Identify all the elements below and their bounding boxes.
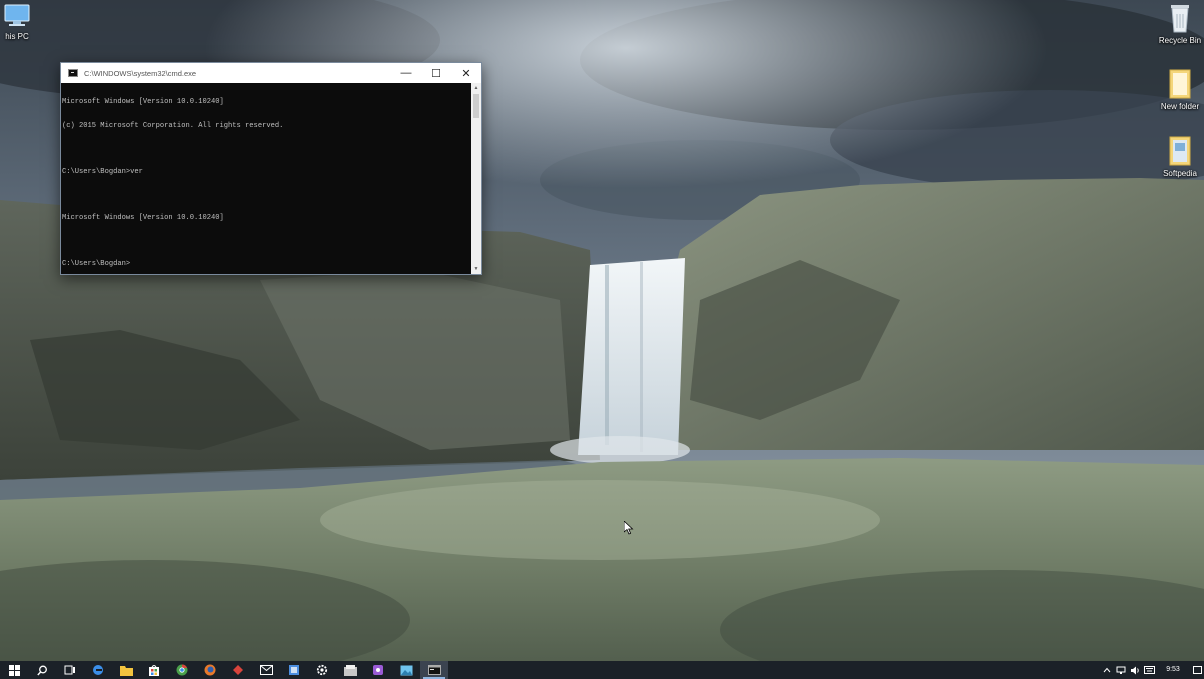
desktop-icon-softpedia[interactable]: Softpedia (1151, 135, 1204, 178)
desktop-icon-label: Softpedia (1163, 169, 1197, 178)
file-explorer-icon (119, 665, 133, 676)
taskbar-photos[interactable] (392, 661, 420, 679)
cmd-line: C:\Users\Bogdan>ver (62, 167, 143, 176)
taskbar: 9:53 (0, 661, 1204, 679)
mail-icon (259, 665, 273, 675)
system-tray: 9:53 (1100, 661, 1204, 679)
chrome-icon (176, 664, 188, 676)
settings-icon (316, 664, 328, 676)
recycle-bin-icon (1171, 5, 1189, 33)
taskbar-clock[interactable]: 9:53 (1156, 666, 1190, 674)
minimize-button[interactable]: — (391, 63, 421, 83)
app-purple-icon (373, 665, 383, 675)
photos-icon (400, 665, 412, 675)
desktop-icon-recycle-bin[interactable]: Recycle Bin (1151, 2, 1204, 45)
task-view-icon (64, 665, 75, 675)
cmd-scrollbar[interactable]: ▲ ▼ (471, 83, 481, 274)
app-folder-icon (343, 664, 357, 676)
firefox-icon (204, 664, 216, 676)
scroll-down-arrow-icon[interactable]: ▼ (471, 264, 481, 274)
desktop-icon-this-pc[interactable]: his PC (0, 2, 46, 41)
cmd-output[interactable]: Microsoft Windows [Version 10.0.10240] (… (62, 83, 470, 274)
taskbar-settings[interactable] (308, 661, 336, 679)
app-blue-icon (289, 665, 299, 675)
cmd-titlebar[interactable]: C:\WINDOWS\system32\cmd.exe — ☐ ✕ (61, 63, 481, 83)
computer-icon (4, 4, 30, 26)
taskbar-search-button[interactable] (28, 661, 56, 679)
taskbar-cmd[interactable] (420, 661, 448, 679)
cmd-line: (c) 2015 Microsoft Corporation. All righ… (62, 121, 284, 130)
mouse-cursor-icon (624, 521, 634, 535)
taskbar-mail[interactable] (252, 661, 280, 679)
cmd-app-icon (68, 69, 78, 77)
taskbar-app-folder[interactable] (336, 661, 364, 679)
taskbar-edge[interactable] (84, 661, 112, 679)
edge-icon (93, 665, 103, 675)
taskbar-file-explorer[interactable] (112, 661, 140, 679)
desktop-icon-label: New folder (1160, 102, 1200, 111)
cmd-window[interactable]: C:\WINDOWS\system32\cmd.exe — ☐ ✕ Micros… (60, 62, 482, 275)
close-button[interactable]: ✕ (451, 63, 481, 83)
scrollbar-thumb[interactable] (473, 94, 479, 118)
keyboard-icon[interactable] (1142, 661, 1156, 679)
taskbar-chrome[interactable] (168, 661, 196, 679)
app-red-icon (233, 665, 243, 675)
taskbar-app-blue[interactable] (280, 661, 308, 679)
taskbar-app-red[interactable] (224, 661, 252, 679)
network-icon[interactable] (1114, 661, 1128, 679)
task-view-button[interactable] (56, 661, 84, 679)
folder-icon (1169, 136, 1191, 166)
windows-logo-icon (8, 664, 20, 676)
tray-chevron-up-icon[interactable] (1100, 661, 1114, 679)
maximize-button[interactable]: ☐ (421, 63, 451, 83)
folder-icon (1169, 69, 1191, 99)
scroll-up-arrow-icon[interactable]: ▲ (471, 83, 481, 93)
cmd-line: ​ (62, 146, 470, 154)
cmd-line: Microsoft Windows [Version 10.0.10240] (62, 98, 224, 107)
taskbar-app-purple[interactable] (364, 661, 392, 679)
taskbar-firefox[interactable] (196, 661, 224, 679)
cmd-icon (427, 665, 441, 675)
volume-icon[interactable] (1128, 661, 1142, 679)
store-icon (149, 665, 159, 676)
search-icon (36, 665, 47, 675)
action-center-icon[interactable] (1190, 661, 1204, 679)
cmd-line: Microsoft Windows [Version 10.0.10240] (62, 213, 224, 222)
taskbar-store[interactable] (140, 661, 168, 679)
cmd-console[interactable]: Microsoft Windows [Version 10.0.10240] (… (61, 83, 481, 274)
desktop-icon-new-folder[interactable]: New folder (1151, 68, 1204, 111)
cmd-line: ​ (62, 192, 470, 200)
start-button[interactable] (0, 661, 28, 679)
cmd-line: C:\Users\Bogdan> (62, 260, 131, 269)
cmd-window-title: C:\WINDOWS\system32\cmd.exe (84, 68, 197, 78)
desktop-icon-label: Recycle Bin (1158, 36, 1202, 45)
desktop-icon-label: his PC (5, 32, 29, 41)
cmd-line: ​ (62, 238, 470, 246)
